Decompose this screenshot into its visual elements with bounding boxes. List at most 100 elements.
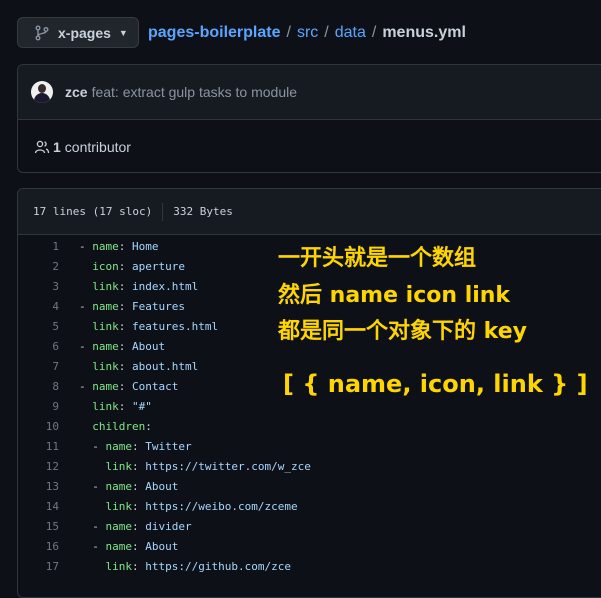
line-number[interactable]: 9: [18, 397, 59, 417]
line-number[interactable]: 17: [18, 557, 59, 577]
contributors-link[interactable]: 1 contributor: [18, 120, 601, 174]
commit-author-link[interactable]: zce: [65, 84, 88, 100]
yaml-colon: :: [118, 320, 132, 333]
latest-commit-header: zce feat: extract gulp tasks to module: [18, 65, 601, 120]
line-number[interactable]: 1: [18, 237, 59, 257]
yaml-value: https://weibo.com/zceme: [145, 500, 298, 513]
yaml-colon: :: [118, 300, 132, 313]
yaml-key: link: [92, 360, 119, 373]
code-line: 14 link: https://weibo.com/zceme: [18, 497, 601, 517]
code-line: 13 - name: About: [18, 477, 601, 497]
line-number[interactable]: 16: [18, 537, 59, 557]
line-number[interactable]: 15: [18, 517, 59, 537]
yaml-key: link: [92, 320, 119, 333]
line-indent: -: [79, 480, 106, 493]
line-number[interactable]: 7: [18, 357, 59, 377]
line-content: link: https://weibo.com/zceme: [59, 497, 298, 517]
breadcrumb-data-link[interactable]: data: [335, 24, 366, 42]
breadcrumb-src-link[interactable]: src: [297, 24, 318, 42]
yaml-value: About: [132, 340, 166, 353]
yaml-colon: :: [118, 280, 132, 293]
line-content: link: features.html: [59, 317, 218, 337]
line-indent: -: [79, 520, 106, 533]
yaml-colon: :: [145, 420, 152, 433]
line-number[interactable]: 14: [18, 497, 59, 517]
yaml-value: about.html: [132, 360, 199, 373]
line-indent: -: [79, 340, 93, 353]
line-number[interactable]: 11: [18, 437, 59, 457]
yaml-key: name: [105, 480, 133, 493]
branch-select-button[interactable]: x-pages ▼: [17, 17, 139, 48]
line-number[interactable]: 8: [18, 377, 59, 397]
code-line: 17 link: https://github.com/zce: [18, 557, 601, 577]
line-content: - name: divider: [59, 517, 192, 537]
yaml-value: index.html: [132, 280, 199, 293]
yaml-value: Twitter: [145, 440, 192, 453]
code-line: 16 - name: About: [18, 537, 601, 557]
yaml-value: Contact: [132, 380, 179, 393]
line-number[interactable]: 6: [18, 337, 59, 357]
line-number[interactable]: 10: [18, 417, 59, 437]
breadcrumb-separator: /: [371, 24, 377, 41]
breadcrumb-repo-link[interactable]: pages-boilerplate: [148, 24, 280, 42]
breadcrumb-separator: /: [286, 24, 291, 41]
line-content: icon: aperture: [59, 257, 185, 277]
breadcrumb-separator: /: [324, 24, 329, 41]
latest-commit-box: zce feat: extract gulp tasks to module 1…: [17, 64, 601, 173]
line-content: - name: Home: [59, 237, 159, 257]
annotation-line-4: [ { name, icon, link } ]: [283, 370, 588, 398]
avatar[interactable]: [31, 81, 53, 103]
yaml-colon: :: [118, 240, 132, 253]
line-content: - name: About: [59, 337, 165, 357]
yaml-key: link: [105, 460, 133, 473]
line-content: link: https://twitter.com/w_zce: [59, 457, 311, 477]
yaml-colon: :: [118, 400, 132, 413]
yaml-key: link: [105, 500, 133, 513]
yaml-colon: :: [132, 480, 146, 493]
line-content: link: about.html: [59, 357, 198, 377]
line-indent: -: [79, 240, 93, 253]
yaml-key: link: [105, 560, 133, 573]
yaml-key: link: [92, 280, 119, 293]
line-indent: -: [79, 300, 93, 313]
line-indent: -: [79, 380, 93, 393]
yaml-value: https://twitter.com/w_zce: [145, 460, 311, 473]
annotation-line-1: 一开头就是一个数组: [278, 246, 477, 271]
yaml-value: divider: [145, 520, 192, 533]
people-icon: [34, 140, 50, 154]
yaml-key: link: [92, 400, 119, 413]
line-number[interactable]: 12: [18, 457, 59, 477]
commit-message-link[interactable]: feat: extract gulp tasks to module: [92, 84, 297, 100]
code-line: 10 children:: [18, 417, 601, 437]
code-line: 9 link: "#": [18, 397, 601, 417]
line-number[interactable]: 5: [18, 317, 59, 337]
contributors-label: contributor: [64, 139, 131, 155]
yaml-colon: :: [132, 500, 146, 513]
yaml-value: "#": [132, 400, 152, 413]
line-content: - name: About: [59, 537, 178, 557]
yaml-key: name: [105, 540, 133, 553]
yaml-colon: :: [118, 360, 132, 373]
line-number[interactable]: 4: [18, 297, 59, 317]
yaml-colon: :: [132, 540, 146, 553]
line-content: link: https://github.com/zce: [59, 557, 291, 577]
line-number[interactable]: 3: [18, 277, 59, 297]
chevron-down-icon: ▼: [118, 27, 128, 38]
yaml-key: name: [105, 440, 133, 453]
yaml-key: name: [92, 240, 119, 253]
yaml-value: About: [145, 540, 179, 553]
branch-name: x-pages: [58, 24, 111, 41]
line-content: link: index.html: [59, 277, 198, 297]
line-number[interactable]: 13: [18, 477, 59, 497]
yaml-value: Features: [132, 300, 185, 313]
yaml-value: https://github.com/zce: [145, 560, 291, 573]
line-number[interactable]: 2: [18, 257, 59, 277]
yaml-colon: :: [118, 380, 132, 393]
